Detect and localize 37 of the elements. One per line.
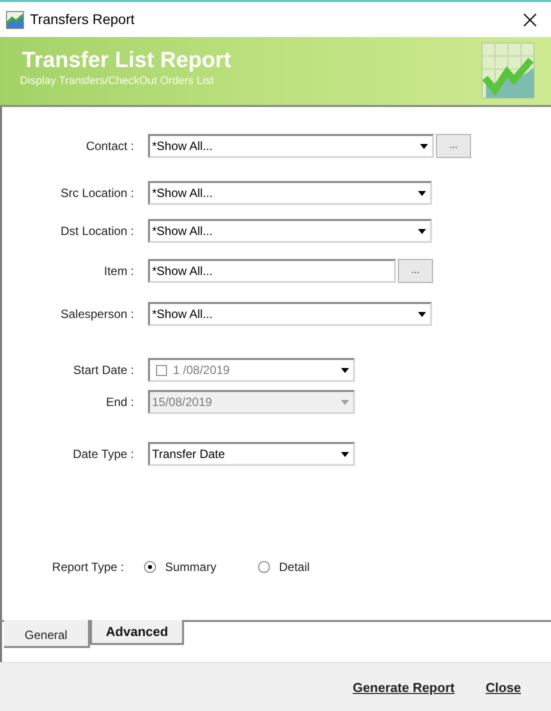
dropdown-arrow-icon[interactable] <box>418 228 426 234</box>
browse-button[interactable]: ... <box>436 134 471 158</box>
dropdown-field[interactable]: *Show All... <box>148 219 432 243</box>
dropdown-arrow-icon[interactable] <box>418 312 426 316</box>
dropdown-arrow-icon[interactable] <box>340 452 348 456</box>
dropdown-field[interactable]: *Show All... <box>148 302 432 326</box>
close-icon[interactable] <box>523 12 537 26</box>
field-label: Src Location : <box>60 185 135 202</box>
input-field[interactable]: *Show All... <box>148 259 396 283</box>
dropdown-arrow-icon[interactable] <box>420 144 428 148</box>
field-label: Salesperson : <box>60 306 135 323</box>
radio-option[interactable]: Detail <box>258 558 310 576</box>
browse-button[interactable]: ... <box>398 259 433 283</box>
report-subtitle: Display Transfers/CheckOut Orders List <box>20 74 215 89</box>
dropdown-arrow-icon[interactable] <box>340 368 348 372</box>
tab[interactable]: Advanced <box>90 620 184 645</box>
window-title: Transfers Report <box>30 10 135 29</box>
dropdown-field[interactable]: *Show All... <box>148 181 432 205</box>
checkbox[interactable] <box>156 364 167 376</box>
field-label: Report Type : <box>51 559 124 576</box>
app-icon <box>6 10 24 28</box>
dropdown-arrow-icon[interactable] <box>418 190 426 196</box>
footer-link[interactable]: Generate Report <box>352 678 455 698</box>
field-label: Item : <box>102 263 135 280</box>
radio-option[interactable]: Summary <box>144 558 258 576</box>
field-label: Date Type : <box>72 446 135 463</box>
report-title: Transfer List Report <box>22 47 232 73</box>
field-label: End : <box>104 394 135 411</box>
field-label: Start Date : <box>72 362 135 379</box>
footer-link[interactable]: Close <box>486 678 521 698</box>
dropdown-field[interactable]: Transfer Date <box>148 442 355 466</box>
tab[interactable]: General <box>4 620 90 648</box>
field-label: Contact : <box>84 138 135 155</box>
dropdown-field[interactable]: *Show All... <box>148 134 434 158</box>
field-label: Dst Location : <box>60 223 135 240</box>
date-field[interactable]: 1 /08/2019 <box>148 358 355 382</box>
chart-icon <box>481 42 537 100</box>
